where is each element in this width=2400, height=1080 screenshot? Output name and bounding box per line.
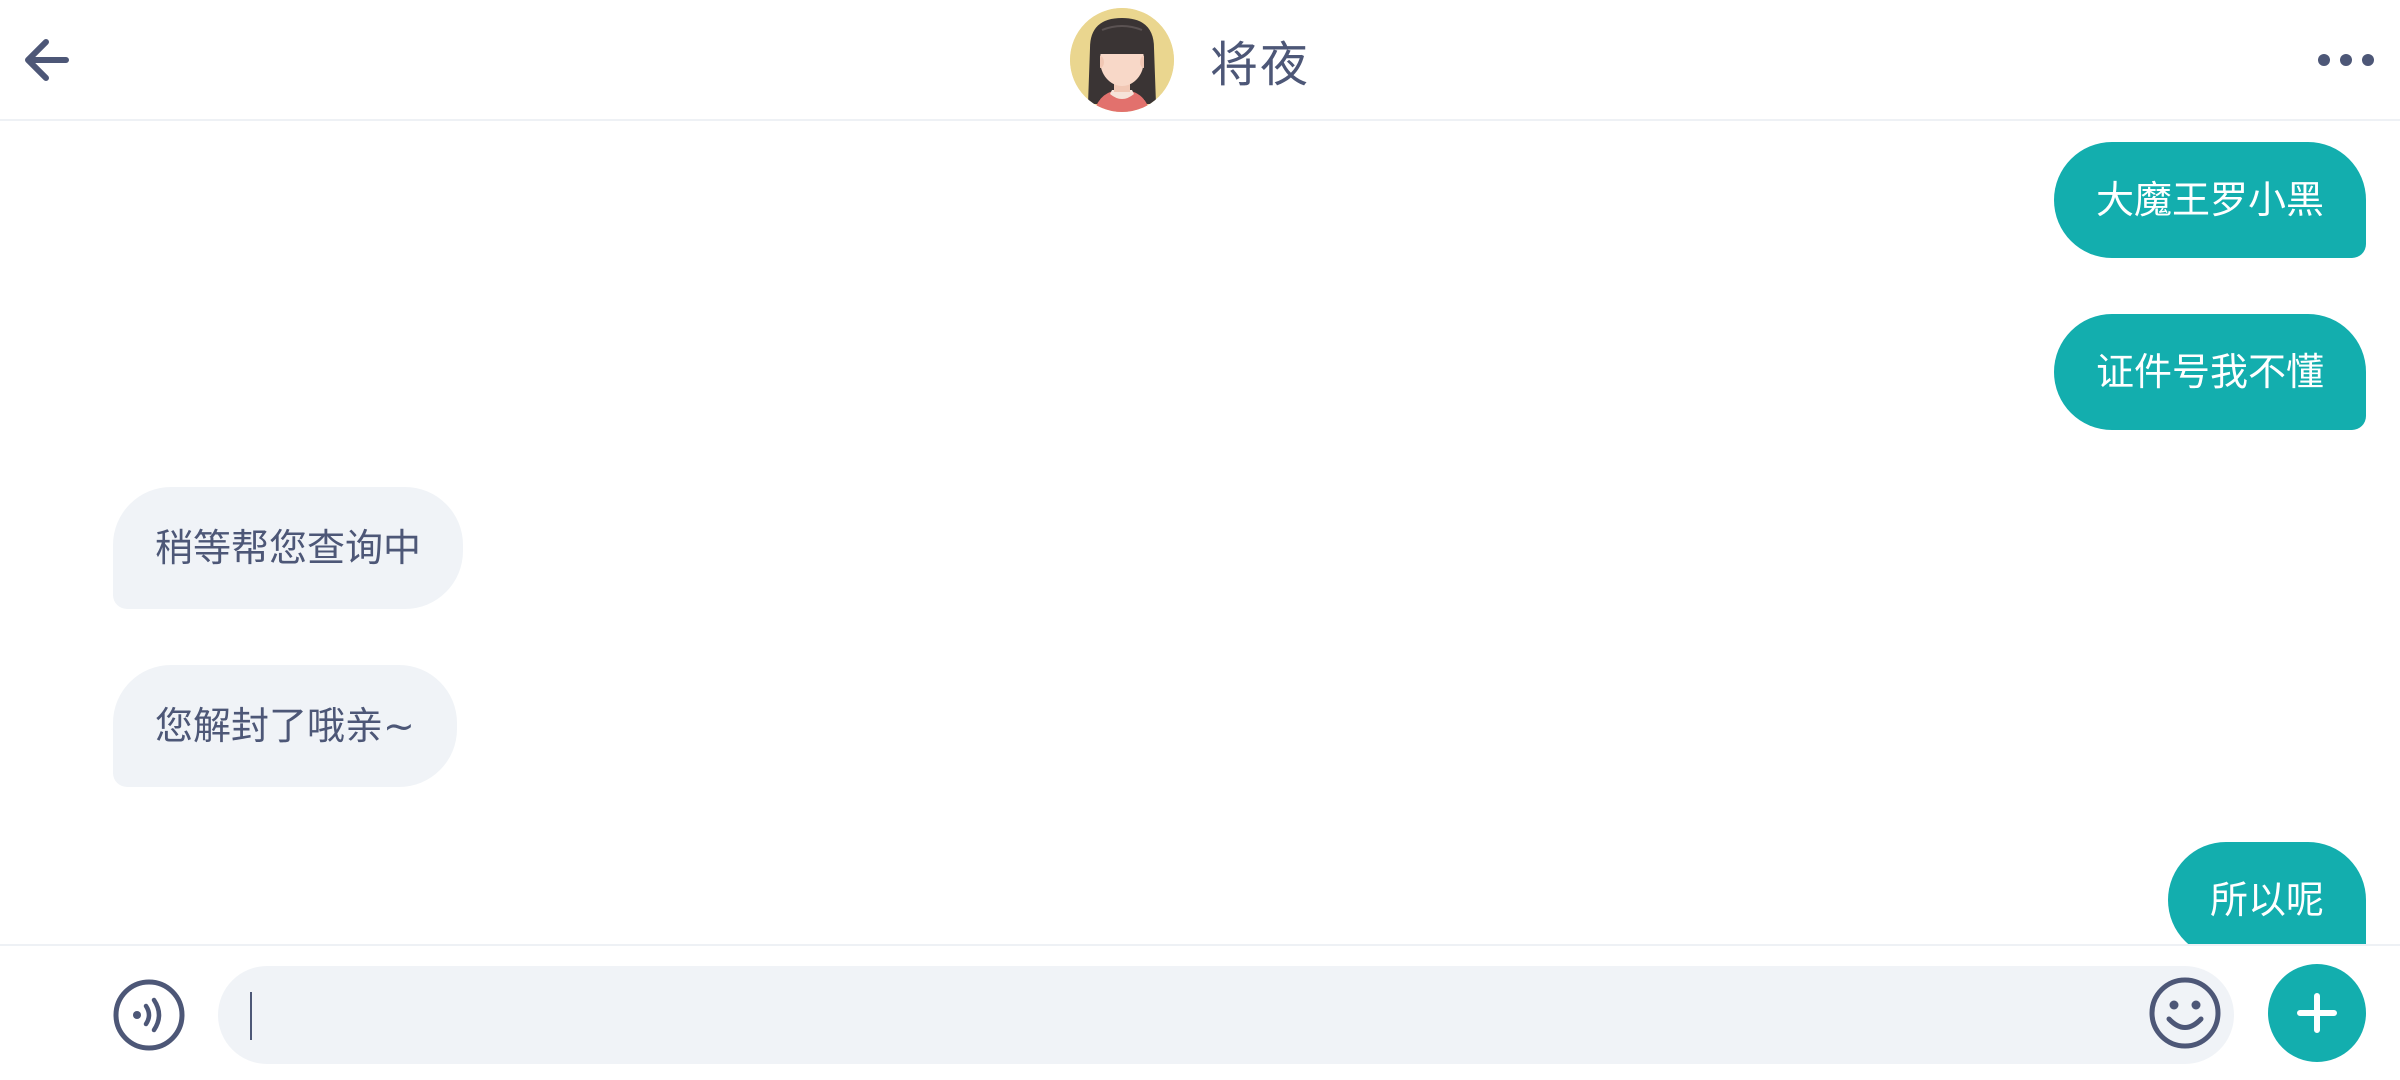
message-text: 稍等帮您查询中 <box>155 526 422 570</box>
text-cursor <box>250 992 252 1040</box>
chat-screen: 将夜 大魔王罗小黑 证件号我不懂 稍等帮您查询中 您解封了哦亲~ 所以呢 <box>0 0 2400 1080</box>
outgoing-message[interactable]: 证件号我不懂 <box>2053 314 2366 430</box>
plus-icon <box>2297 993 2337 1033</box>
contact-name: 将夜 <box>1210 37 1311 93</box>
back-button[interactable] <box>20 28 74 92</box>
emoji-button[interactable] <box>2148 976 2222 1050</box>
voice-button[interactable] <box>112 978 186 1052</box>
voice-icon <box>113 979 185 1051</box>
contact-info[interactable]: 将夜 <box>1070 8 1310 112</box>
incoming-message[interactable]: 稍等帮您查询中 <box>113 487 464 609</box>
message-text: 证件号我不懂 <box>2095 350 2324 394</box>
outgoing-message[interactable]: 大魔王罗小黑 <box>2053 142 2366 258</box>
ellipsis-icon <box>2318 54 2374 66</box>
smiley-icon <box>2149 977 2221 1049</box>
message-text: 所以呢 <box>2209 878 2324 922</box>
input-bar <box>0 944 2400 1080</box>
more-actions-button[interactable] <box>2268 964 2366 1062</box>
message-list[interactable]: 大魔王罗小黑 证件号我不懂 稍等帮您查询中 您解封了哦亲~ 所以呢 <box>0 121 2400 944</box>
chat-header: 将夜 <box>0 0 2400 121</box>
more-options-button[interactable] <box>2314 44 2378 76</box>
girl-avatar <box>1070 8 1174 112</box>
arrow-left-icon <box>25 39 69 81</box>
message-text: 大魔王罗小黑 <box>2095 178 2324 222</box>
outgoing-message[interactable]: 所以呢 <box>2167 842 2366 944</box>
message-input-field[interactable] <box>218 966 2234 1064</box>
avatar[interactable] <box>1070 8 1174 112</box>
message-text: 您解封了哦亲~ <box>155 704 415 748</box>
incoming-message[interactable]: 您解封了哦亲~ <box>113 665 457 787</box>
